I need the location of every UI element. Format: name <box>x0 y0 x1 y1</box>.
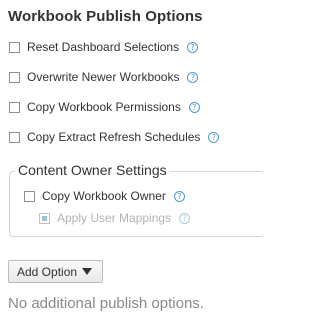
add-option-button[interactable]: Add Option <box>8 260 103 283</box>
option-reset-dashboard-selections[interactable]: Reset Dashboard Selections ? <box>9 39 199 55</box>
panel-title: Workbook Publish Options <box>8 8 203 25</box>
question-circle-icon[interactable]: ? <box>187 41 199 53</box>
question-circle-icon[interactable]: ? <box>187 71 199 83</box>
empty-options-note: No additional publish options. <box>8 295 204 312</box>
content-owner-settings-group <box>9 171 265 237</box>
option-overwrite-newer-workbooks[interactable]: Overwrite Newer Workbooks ? <box>9 69 199 85</box>
question-circle-icon[interactable]: ? <box>208 131 220 143</box>
option-label: Overwrite Newer Workbooks <box>27 70 180 84</box>
question-circle-icon[interactable]: ? <box>188 101 200 113</box>
apply-user-mappings-checkbox <box>39 212 50 224</box>
copy-workbook-permissions-checkbox[interactable] <box>9 101 20 113</box>
option-copy-workbook-permissions[interactable]: Copy Workbook Permissions ? <box>9 99 200 115</box>
option-label: Copy Extract Refresh Schedules <box>27 130 201 144</box>
option-copy-extract-refresh-schedules[interactable]: Copy Extract Refresh Schedules ? <box>9 129 220 145</box>
option-label: Reset Dashboard Selections <box>27 40 180 54</box>
question-circle-icon[interactable]: ? <box>173 190 185 202</box>
option-label: Copy Workbook Permissions <box>27 100 181 114</box>
caret-down-icon <box>82 268 93 275</box>
option-apply-user-mappings: Apply User Mappings ? <box>39 210 191 226</box>
option-label: Apply User Mappings <box>57 211 172 225</box>
question-circle-icon[interactable]: ? <box>179 212 191 224</box>
overwrite-newer-workbooks-checkbox[interactable] <box>9 71 20 83</box>
option-copy-workbook-owner[interactable]: Copy Workbook Owner ? <box>24 188 185 204</box>
content-owner-settings-legend: Content Owner Settings <box>15 162 170 178</box>
add-option-label: Add Option <box>17 264 78 279</box>
option-label: Copy Workbook Owner <box>42 189 166 203</box>
copy-extract-refresh-schedules-checkbox[interactable] <box>9 131 20 143</box>
copy-workbook-owner-checkbox[interactable] <box>24 190 35 202</box>
reset-dashboard-selections-checkbox[interactable] <box>9 41 20 53</box>
